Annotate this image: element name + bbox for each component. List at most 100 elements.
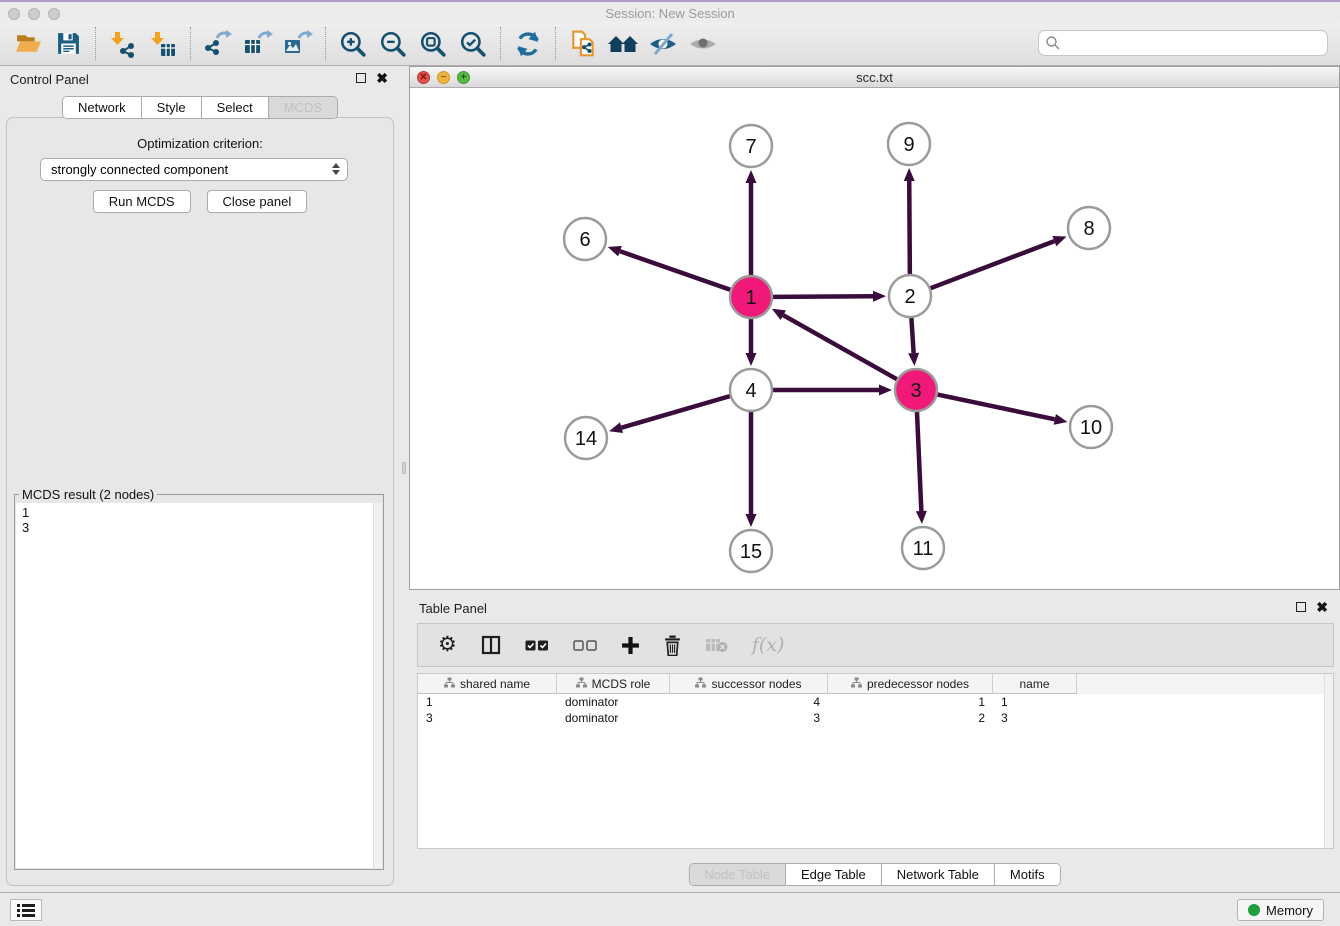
close-panel-button[interactable]: Close panel [207, 190, 308, 213]
column-header-predecessor-nodes[interactable]: predecessor nodes [828, 674, 993, 694]
refresh-icon[interactable] [511, 27, 545, 61]
open-session-icon[interactable] [11, 27, 45, 61]
table-tab-edge-table[interactable]: Edge Table [785, 864, 881, 885]
export-table-icon[interactable] [241, 27, 275, 61]
graph-edge-1-7[interactable] [746, 170, 757, 275]
run-mcds-button[interactable]: Run MCDS [93, 190, 191, 213]
export-image-icon[interactable] [281, 27, 315, 61]
table-cell[interactable]: 1 [828, 694, 993, 710]
tab-style[interactable]: Style [141, 97, 201, 118]
splitter-grip[interactable] [402, 462, 406, 474]
table-cell[interactable]: 3 [670, 710, 828, 726]
close-panel-icon[interactable]: ✖ [376, 73, 388, 83]
graph-node-15[interactable]: 15 [730, 530, 772, 572]
optimization-criterion-dropdown[interactable]: strongly connected component [40, 158, 348, 181]
zoom-fit-icon[interactable] [416, 27, 450, 61]
tab-network[interactable]: Network [63, 97, 141, 118]
svg-text:14: 14 [575, 428, 597, 450]
network-canvas[interactable]: 7 9 6 8 1 2 4 3 14 10 15 11 [410, 88, 1339, 589]
graph-node-8[interactable]: 8 [1068, 207, 1110, 249]
table-tab-network-table[interactable]: Network Table [881, 864, 994, 885]
gear-icon[interactable]: ⚙ [438, 635, 457, 655]
table-tab-node-table[interactable]: Node Table [689, 864, 785, 885]
svg-text:3: 3 [910, 380, 921, 402]
graph-node-7[interactable]: 7 [730, 125, 772, 167]
table-cell[interactable]: dominator [557, 694, 670, 710]
tab-mcds[interactable]: MCDS [268, 97, 337, 118]
graph-edge-3-10[interactable] [938, 395, 1068, 425]
graph-edge-3-1[interactable] [772, 309, 897, 379]
task-history-button[interactable] [10, 899, 42, 921]
svg-text:2: 2 [904, 286, 915, 308]
graph-node-11[interactable]: 11 [902, 527, 944, 569]
graph-node-6[interactable]: 6 [564, 218, 606, 260]
column-header-mcds-role[interactable]: MCDS role [557, 674, 670, 694]
table-scrollbar[interactable] [1324, 674, 1333, 848]
network-window-titlebar[interactable]: ✕ − + scc.txt [410, 67, 1339, 88]
zoom-out-icon[interactable] [376, 27, 410, 61]
graph-edge-1-2[interactable] [773, 291, 886, 302]
show-all-icon[interactable] [686, 27, 720, 61]
table-tab-motifs[interactable]: Motifs [994, 864, 1060, 885]
function-builder-icon[interactable]: f(x) [752, 634, 785, 656]
graph-node-14[interactable]: 14 [565, 417, 607, 459]
graph-edge-4-3[interactable] [773, 385, 892, 396]
graph-node-3[interactable]: 3 [895, 369, 937, 411]
node-table[interactable]: shared nameMCDS rolesuccessor nodesprede… [417, 673, 1334, 849]
graph-edge-4-14[interactable] [609, 396, 730, 433]
table-cell[interactable]: dominator [557, 710, 670, 726]
import-network-icon[interactable] [106, 27, 140, 61]
table-cell[interactable]: 1 [993, 694, 1077, 710]
graph-edge-2-8[interactable] [931, 236, 1067, 288]
hierarchy-icon [444, 677, 455, 691]
panel-splitter[interactable] [400, 66, 409, 892]
import-table-icon[interactable] [146, 27, 180, 61]
graph-edge-1-6[interactable] [608, 246, 731, 290]
graph-node-2[interactable]: 2 [889, 275, 931, 317]
table-cell[interactable]: 4 [670, 694, 828, 710]
zoom-selected-icon[interactable] [456, 27, 490, 61]
graph-edge-4-15[interactable] [746, 412, 757, 527]
delete-row-icon[interactable] [664, 635, 681, 656]
delete-table-icon[interactable] [705, 637, 728, 653]
graph-edge-2-9[interactable] [904, 168, 915, 274]
hide-selected-icon[interactable] [646, 27, 680, 61]
float-panel-icon[interactable] [356, 73, 366, 83]
save-session-icon[interactable] [51, 27, 85, 61]
close-table-panel-icon[interactable]: ✖ [1316, 602, 1328, 612]
graph-node-9[interactable]: 9 [888, 123, 930, 165]
table-cell[interactable]: 3 [418, 710, 557, 726]
graph-edge-1-4[interactable] [746, 319, 757, 366]
network-graph[interactable]: 7 9 6 8 1 2 4 3 14 10 15 11 [410, 88, 1339, 589]
control-panel-window-controls: ✖ [356, 73, 388, 83]
column-header-name[interactable]: name [993, 674, 1077, 694]
table-cell[interactable]: 3 [993, 710, 1077, 726]
column-header-successor-nodes[interactable]: successor nodes [670, 674, 828, 694]
zoom-in-icon[interactable] [336, 27, 370, 61]
tab-select[interactable]: Select [201, 97, 268, 118]
memory-button[interactable]: Memory [1237, 899, 1324, 921]
table-row[interactable]: 1dominator411 [418, 694, 1333, 710]
graph-node-10[interactable]: 10 [1070, 406, 1112, 448]
column-icon[interactable] [481, 635, 501, 655]
table-row[interactable]: 3dominator323 [418, 710, 1333, 726]
first-neighbors-icon[interactable] [606, 27, 640, 61]
main-toolbar [0, 22, 1340, 66]
deselect-all-icon[interactable] [573, 639, 597, 652]
export-network-icon[interactable] [201, 27, 235, 61]
svg-text:6: 6 [579, 229, 590, 251]
new-network-from-selection-icon[interactable] [566, 27, 600, 61]
table-cell[interactable]: 2 [828, 710, 993, 726]
graph-edge-2-3[interactable] [908, 318, 919, 366]
mcds-result-text[interactable]: 1 3 [16, 503, 382, 868]
graph-edge-3-11[interactable] [916, 412, 927, 524]
table-cell[interactable]: 1 [418, 694, 557, 710]
column-header-shared-name[interactable]: shared name [418, 674, 557, 694]
search-input[interactable] [1038, 30, 1328, 56]
result-scrollbar[interactable] [373, 503, 382, 868]
graph-node-4[interactable]: 4 [730, 369, 772, 411]
add-row-icon[interactable] [621, 636, 640, 655]
float-table-panel-icon[interactable] [1296, 602, 1306, 612]
select-all-icon[interactable] [525, 639, 549, 652]
graph-node-1[interactable]: 1 [730, 276, 772, 318]
